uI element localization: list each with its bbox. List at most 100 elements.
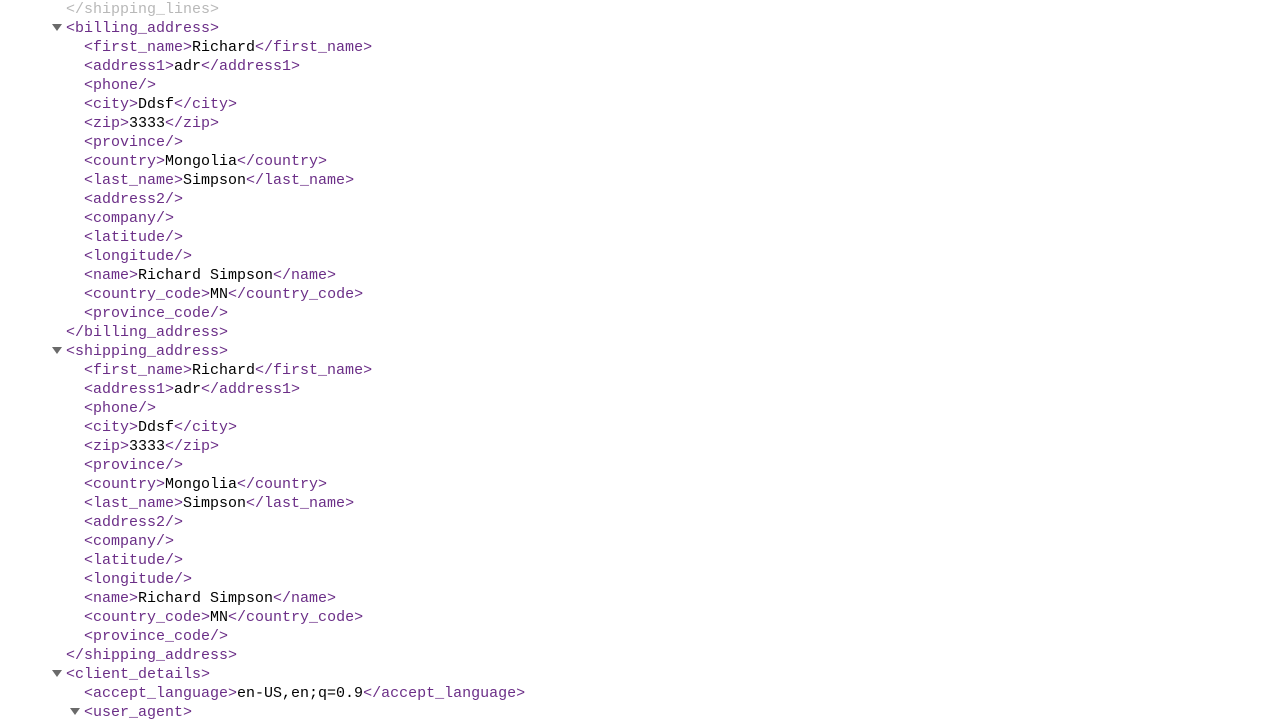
xml-close-tag: </zip> — [165, 115, 219, 132]
xml-text: Simpson — [183, 172, 246, 189]
xml-close-tag: </billing_address> — [66, 324, 228, 341]
xml-line: <country>Mongolia</country> — [0, 475, 1280, 494]
collapse-toggle-icon[interactable] — [52, 342, 66, 361]
xml-open-tag: <zip> — [84, 115, 129, 132]
xml-open-tag: <country_code> — [84, 609, 210, 626]
xml-open-tag: <country> — [84, 153, 165, 170]
collapse-toggle-icon[interactable] — [70, 703, 84, 722]
xml-open-tag: <accept_language> — [84, 685, 237, 702]
xml-close-tag: </name> — [273, 590, 336, 607]
xml-line: <last_name>Simpson</last_name> — [0, 171, 1280, 190]
xml-text: 3333 — [129, 438, 165, 455]
xml-line: <city>Ddsf</city> — [0, 418, 1280, 437]
xml-text: Richard Simpson — [138, 267, 273, 284]
xml-line: </shipping_lines> — [0, 0, 1280, 19]
xml-text: Mongolia — [165, 476, 237, 493]
xml-text: Ddsf — [138, 419, 174, 436]
xml-close-tag: </country_code> — [228, 286, 363, 303]
xml-line: <name>Richard Simpson</name> — [0, 266, 1280, 285]
xml-line: <province/> — [0, 456, 1280, 475]
xml-open-tag: <first_name> — [84, 39, 192, 56]
xml-line: <first_name>Richard</first_name> — [0, 361, 1280, 380]
xml-line: <name>Richard Simpson</name> — [0, 589, 1280, 608]
xml-open-tag: <name> — [84, 590, 138, 607]
xml-close-tag: </name> — [273, 267, 336, 284]
xml-line: <province_code/> — [0, 304, 1280, 323]
xml-close-tag: </last_name> — [246, 495, 354, 512]
xml-line: <address2/> — [0, 513, 1280, 532]
collapse-toggle-icon[interactable] — [52, 665, 66, 684]
xml-selfclose-tag: <province/> — [84, 457, 183, 474]
xml-selfclose-tag: <address2/> — [84, 191, 183, 208]
xml-line: <country>Mongolia</country> — [0, 152, 1280, 171]
xml-line: <province_code/> — [0, 627, 1280, 646]
xml-tree: </shipping_lines><billing_address><first… — [0, 0, 1280, 722]
xml-line: <phone/> — [0, 399, 1280, 418]
xml-selfclose-tag: <phone/> — [84, 77, 156, 94]
xml-line: <accept_language>en-US,en;q=0.9</accept_… — [0, 684, 1280, 703]
xml-line: <shipping_address> — [0, 342, 1280, 361]
xml-selfclose-tag: <address2/> — [84, 514, 183, 531]
xml-open-tag: <first_name> — [84, 362, 192, 379]
xml-open-tag: <last_name> — [84, 495, 183, 512]
xml-line: <address2/> — [0, 190, 1280, 209]
xml-selfclose-tag: <company/> — [84, 533, 174, 550]
xml-line: <address1>adr</address1> — [0, 57, 1280, 76]
collapse-toggle-icon[interactable] — [52, 19, 66, 38]
xml-selfclose-tag: <province_code/> — [84, 628, 228, 645]
xml-open-tag: <city> — [84, 419, 138, 436]
xml-text: en-US,en;q=0.9 — [237, 685, 363, 702]
xml-line: <latitude/> — [0, 551, 1280, 570]
xml-selfclose-tag: <longitude/> — [84, 248, 192, 265]
xml-text: Ddsf — [138, 96, 174, 113]
xml-text: 3333 — [129, 115, 165, 132]
xml-line: <company/> — [0, 209, 1280, 228]
xml-line: <longitude/> — [0, 570, 1280, 589]
xml-close-tag: </city> — [174, 419, 237, 436]
xml-close-tag: </last_name> — [246, 172, 354, 189]
xml-close-tag: </country> — [237, 153, 327, 170]
xml-open-tag: <last_name> — [84, 172, 183, 189]
xml-line: <city>Ddsf</city> — [0, 95, 1280, 114]
xml-close-tag: </accept_language> — [363, 685, 525, 702]
xml-selfclose-tag: <phone/> — [84, 400, 156, 417]
xml-open-tag: <country_code> — [84, 286, 210, 303]
xml-close-tag: </first_name> — [255, 362, 372, 379]
xml-line: <zip>3333</zip> — [0, 114, 1280, 133]
xml-line: <last_name>Simpson</last_name> — [0, 494, 1280, 513]
xml-selfclose-tag: <latitude/> — [84, 229, 183, 246]
xml-open-tag: <user_agent> — [84, 704, 192, 721]
xml-text: adr — [174, 58, 201, 75]
xml-close-tag: </address1> — [201, 381, 300, 398]
xml-line: <client_details> — [0, 665, 1280, 684]
xml-line: <company/> — [0, 532, 1280, 551]
xml-close-tag: </address1> — [201, 58, 300, 75]
xml-text: Richard — [192, 39, 255, 56]
xml-text: MN — [210, 286, 228, 303]
xml-text: Richard — [192, 362, 255, 379]
xml-close-tag: </shipping_lines> — [66, 1, 219, 18]
xml-close-tag: </city> — [174, 96, 237, 113]
xml-selfclose-tag: <province_code/> — [84, 305, 228, 322]
xml-text: Richard Simpson — [138, 590, 273, 607]
xml-close-tag: </shipping_address> — [66, 647, 237, 664]
xml-close-tag: </country> — [237, 476, 327, 493]
xml-line: <longitude/> — [0, 247, 1280, 266]
xml-text: Mongolia — [165, 153, 237, 170]
xml-line: </billing_address> — [0, 323, 1280, 342]
xml-open-tag: <shipping_address> — [66, 343, 228, 360]
xml-text: adr — [174, 381, 201, 398]
xml-close-tag: </country_code> — [228, 609, 363, 626]
xml-open-tag: <name> — [84, 267, 138, 284]
xml-line: <billing_address> — [0, 19, 1280, 38]
xml-selfclose-tag: <longitude/> — [84, 571, 192, 588]
xml-close-tag: </zip> — [165, 438, 219, 455]
xml-selfclose-tag: <latitude/> — [84, 552, 183, 569]
xml-line: <latitude/> — [0, 228, 1280, 247]
xml-line: <country_code>MN</country_code> — [0, 608, 1280, 627]
xml-open-tag: <address1> — [84, 58, 174, 75]
xml-close-tag: </first_name> — [255, 39, 372, 56]
xml-line: <phone/> — [0, 76, 1280, 95]
xml-line: <user_agent> — [0, 703, 1280, 722]
xml-open-tag: <country> — [84, 476, 165, 493]
